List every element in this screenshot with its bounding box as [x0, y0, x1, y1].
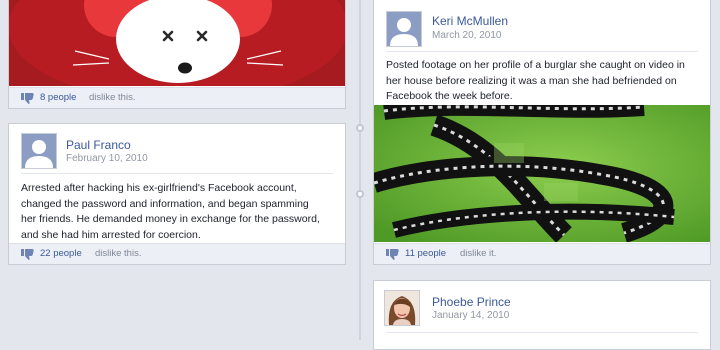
timeline-connector-dot — [356, 124, 364, 132]
default-avatar-silhouette-icon — [25, 140, 53, 168]
post-date: January 14, 2010 — [432, 310, 510, 321]
dislike-bar: 11 people dislike it. — [374, 243, 710, 264]
timeline-connector-dot — [356, 190, 364, 198]
post-text: Arrested after hacking his ex-girlfriend… — [21, 182, 320, 241]
post-image-mouse[interactable] — [9, 0, 346, 86]
post-date: February 10, 2010 — [66, 153, 148, 164]
author-name-link[interactable]: Paul Franco — [66, 138, 131, 152]
dislike-label: dislike it. — [460, 248, 497, 259]
timeline-post-card: Keri McMullen March 20, 2010 Posted foot… — [373, 0, 711, 265]
thumbs-down-icon[interactable] — [386, 249, 399, 260]
thumbs-down-icon[interactable] — [21, 249, 34, 260]
default-avatar-silhouette-icon — [390, 18, 418, 46]
thumbs-down-icon[interactable] — [21, 93, 34, 104]
post-text: Posted footage on her profile of a burgl… — [386, 59, 685, 102]
dislike-count-link[interactable]: 8 people — [40, 92, 76, 103]
author-name-link[interactable]: Keri McMullen — [432, 14, 508, 28]
dislike-count-link[interactable]: 11 people — [405, 248, 446, 259]
dislike-count-link[interactable]: 22 people — [40, 248, 82, 259]
divider — [21, 173, 333, 174]
dislike-bar: 8 people dislike this. — [9, 87, 345, 108]
divider — [386, 51, 698, 52]
timeline-spine — [359, 0, 361, 340]
dislike-label: dislike this. — [95, 248, 142, 259]
avatar[interactable] — [21, 133, 57, 169]
avatar[interactable] — [384, 290, 420, 326]
dislike-label: dislike this. — [89, 92, 136, 103]
post-date: March 20, 2010 — [432, 30, 502, 41]
avatar[interactable] — [386, 11, 422, 47]
divider — [386, 332, 698, 333]
timeline-post-card: Paul Franco February 10, 2010 Arrested a… — [8, 123, 346, 265]
dislike-bar: 22 people dislike this. — [9, 243, 345, 264]
author-name-link[interactable]: Phoebe Prince — [432, 295, 511, 309]
post-image-film-reel[interactable] — [374, 105, 711, 242]
timeline-post-card: 8 people dislike this. — [8, 0, 346, 109]
